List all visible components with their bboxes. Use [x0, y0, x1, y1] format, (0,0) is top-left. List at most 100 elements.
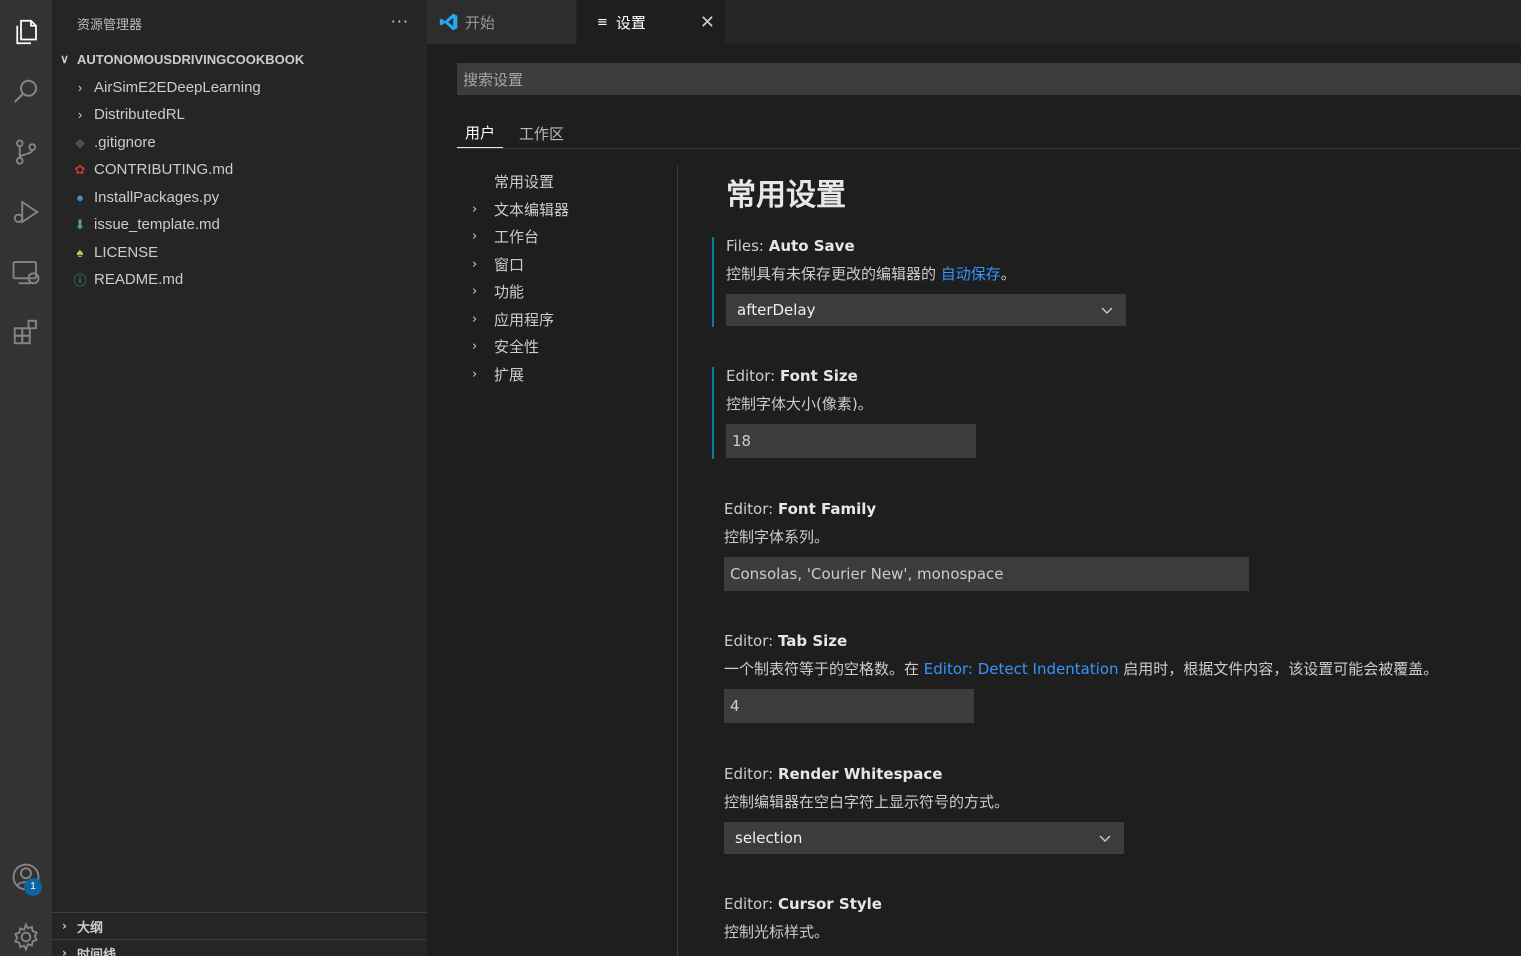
git-icon: ◆	[75, 134, 85, 150]
chevron-right-icon: ›	[472, 256, 478, 272]
setting-description: 控制编辑器在空白字符上显示符号的方式。	[724, 793, 1010, 811]
chevron-right-icon: ›	[472, 366, 478, 382]
chevron-right-icon: ›	[77, 107, 83, 122]
setting-title: Editor: Cursor Style	[724, 895, 882, 913]
setting-title: Editor: Font Family	[724, 500, 877, 518]
info-icon: ⓘ	[73, 273, 87, 288]
toc-item-extensions[interactable]: › 扩展	[472, 361, 677, 389]
chevron-down-icon	[1098, 831, 1112, 849]
setting-description: 控制光标样式。	[724, 923, 830, 941]
arrow-down-icon: ⬇	[74, 216, 86, 232]
setting-cursor-style: Editor: Cursor Style 控制光标样式。	[712, 895, 1492, 956]
setting-tab-size: Editor: Tab Size 一个制表符等于的空格数。在 Editor: D…	[712, 632, 1492, 724]
explorer-sidebar: 资源管理器 ··· ∨ AUTONOMOUSDRIVINGCOOKBOOK › …	[52, 0, 427, 956]
root-folder-label: AUTONOMOUSDRIVINGCOOKBOOK	[77, 51, 305, 67]
tree-file-license[interactable]: ♠ LICENSE	[52, 239, 427, 266]
outline-section[interactable]: › 大纲	[52, 912, 427, 939]
tree-item-label: README.md	[94, 271, 184, 288]
outline-label: 大纲	[77, 920, 104, 936]
settings-search-input[interactable]: 搜索设置	[457, 63, 1521, 95]
scope-workspace-label: 工作区	[519, 124, 565, 143]
setting-title: Editor: Tab Size	[724, 632, 848, 650]
search-icon[interactable]	[0, 66, 52, 118]
tab-user-settings[interactable]: 用户	[457, 118, 503, 148]
more-actions-button[interactable]: ···	[391, 12, 409, 31]
toc-item-label: 窗口	[494, 255, 525, 274]
tab-workspace-settings[interactable]: 工作区	[519, 118, 564, 148]
settings-gear-icon[interactable]	[0, 911, 52, 956]
toc-item-application[interactable]: › 应用程序	[472, 306, 677, 334]
scope-divider	[457, 148, 1521, 149]
tree-item-label: CONTRIBUTING.md	[94, 161, 234, 178]
auto-save-select[interactable]: afterDelay	[726, 294, 1126, 326]
python-icon: ●	[76, 190, 84, 205]
chevron-down-icon: ∨	[60, 52, 69, 66]
settings-file-icon: ≡	[597, 14, 608, 30]
tree-file-contributing[interactable]: ✿ CONTRIBUTING.md	[52, 156, 427, 183]
tree-item-label: issue_template.md	[94, 216, 220, 233]
account-icon[interactable]	[0, 851, 52, 903]
chevron-right-icon: ›	[62, 946, 67, 956]
toc-item-label: 文本编辑器	[494, 200, 570, 219]
tree-folder-airsim[interactable]: › AirSimE2EDeepLearning	[52, 74, 427, 101]
editor-area: 开始 ≡ 设置 ✕ 搜索设置 用户 工作区 常用设置 › 文本编辑器 › 工作台…	[427, 0, 1521, 956]
license-icon: ♠	[76, 245, 84, 260]
search-placeholder: 搜索设置	[463, 70, 524, 89]
chevron-right-icon: ›	[472, 284, 478, 300]
explorer-title: 资源管理器	[52, 0, 427, 46]
toc-divider	[677, 166, 678, 956]
extensions-icon[interactable]	[0, 306, 52, 358]
tab-start-label: 开始	[465, 13, 496, 32]
tab-size-input[interactable]: 4	[724, 689, 974, 723]
vscode-logo-icon	[439, 12, 459, 32]
setting-description: 控制字体系列。	[724, 528, 830, 546]
ribbon-icon: ✿	[74, 161, 86, 177]
toc-item-label: 应用程序	[494, 310, 555, 329]
tree-file-readme[interactable]: ⓘ README.md	[52, 266, 427, 293]
close-icon[interactable]: ✕	[700, 12, 715, 33]
remote-explorer-icon[interactable]	[0, 246, 52, 298]
root-folder[interactable]: ∨ AUTONOMOUSDRIVINGCOOKBOOK	[52, 48, 427, 70]
toc-item-security[interactable]: › 安全性	[472, 333, 677, 361]
toc-item-label: 安全性	[494, 338, 540, 357]
select-value: afterDelay	[737, 301, 816, 319]
toc-item-features[interactable]: › 功能	[472, 278, 677, 306]
section-title: 常用设置	[726, 178, 846, 213]
chevron-right-icon: ›	[77, 80, 83, 95]
auto-save-link[interactable]: 自动保存	[941, 265, 1001, 283]
run-debug-icon[interactable]	[0, 186, 52, 238]
tree-file-issue-template[interactable]: ⬇ issue_template.md	[52, 211, 427, 238]
chevron-down-icon	[1100, 303, 1114, 321]
select-value: selection	[735, 829, 803, 847]
chevron-right-icon: ›	[472, 339, 478, 355]
setting-title: Files: Auto Save	[726, 237, 855, 255]
chevron-right-icon: ›	[472, 201, 478, 217]
tree-item-label: LICENSE	[94, 244, 159, 261]
setting-description: 控制具有未保存更改的编辑器的 自动保存。	[726, 265, 1016, 283]
setting-title: Editor: Render Whitespace	[724, 765, 943, 783]
settings-toc: 常用设置 › 文本编辑器 › 工作台 › 窗口 › 功能 › 应用程序 › 安全…	[472, 168, 677, 388]
tab-settings[interactable]: ≡ 设置 ✕	[577, 0, 725, 44]
timeline-section[interactable]: › 时间线	[52, 939, 427, 956]
detect-indentation-link[interactable]: Editor: Detect Indentation	[924, 660, 1119, 678]
tree-file-gitignore[interactable]: ◆ .gitignore	[52, 129, 427, 156]
chevron-right-icon: ›	[472, 229, 478, 245]
tree-file-installpackages[interactable]: ● InstallPackages.py	[52, 184, 427, 211]
source-control-icon[interactable]	[0, 126, 52, 178]
toc-item-text-editor[interactable]: › 文本编辑器	[472, 196, 677, 224]
tree-folder-distributedrl[interactable]: › DistributedRL	[52, 101, 427, 128]
tab-start[interactable]: 开始	[427, 0, 576, 44]
toc-item-window[interactable]: › 窗口	[472, 251, 677, 279]
font-size-input[interactable]: 18	[726, 424, 976, 458]
toc-item-label: 常用设置	[494, 173, 555, 192]
render-whitespace-select[interactable]: selection	[724, 822, 1124, 854]
files-icon[interactable]	[0, 6, 52, 58]
setting-font-family: Editor: Font Family 控制字体系列。 Consolas, 'C…	[712, 500, 1492, 592]
toc-item-commonly-used[interactable]: 常用设置	[472, 168, 677, 196]
input-value: Consolas, 'Courier New', monospace	[730, 565, 1004, 583]
explorer-title-label: 资源管理器	[77, 17, 143, 33]
toc-item-workbench[interactable]: › 工作台	[472, 223, 677, 251]
setting-font-size: Editor: Font Size 控制字体大小(像素)。 18	[712, 367, 1492, 459]
font-family-input[interactable]: Consolas, 'Courier New', monospace	[724, 557, 1249, 591]
input-value: 4	[730, 697, 740, 715]
